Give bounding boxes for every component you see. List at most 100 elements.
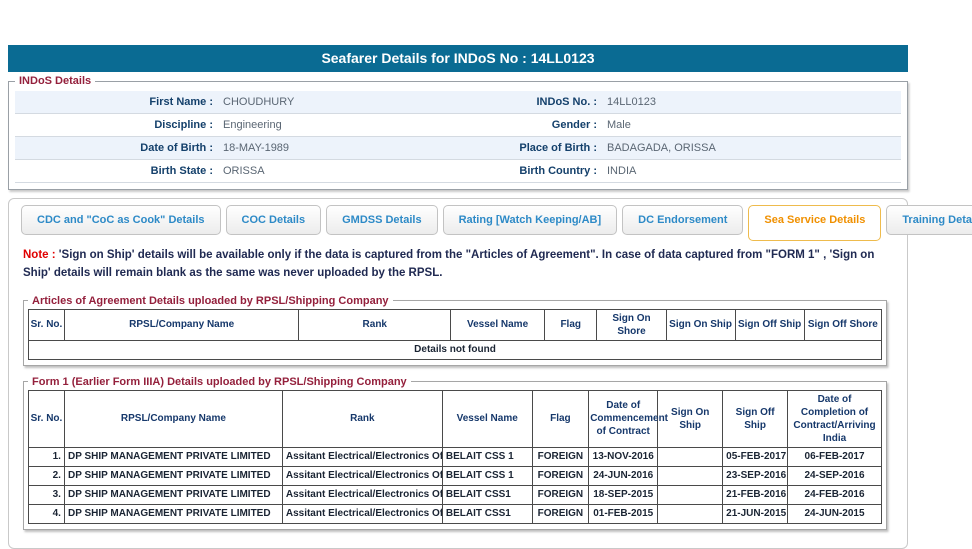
cell-rank: Assitant Electrical/Electronics Officer (281, 446, 443, 467)
cell-vessel: BELAIT CSS 1 (441, 446, 533, 467)
column-header-rpsl-company-name: RPSL/Company Name (63, 308, 300, 341)
cell-completion: 24-JUN-2015 (787, 503, 882, 524)
cell-sr: 1. (28, 446, 65, 467)
tab-training-details[interactable]: Training Details (886, 205, 972, 235)
indos-rows: First Name : CHOUDHURY INDoS No. : 14LL0123… (15, 91, 901, 183)
cell-commencement: 13-NOV-2016 (588, 446, 659, 467)
table-row: 1. DP SHIP MANAGEMENT PRIVATE LIMITED Assi… (28, 446, 882, 467)
tab-dc-endorsement[interactable]: DC Endorsement (622, 205, 744, 235)
field-label: Birth Country : (519, 165, 597, 177)
field-label: Birth State : (150, 165, 213, 177)
field-value: 14LL0123 (607, 96, 656, 108)
cell-commencement: 18-SEP-2015 (588, 484, 659, 505)
field-label: First Name : (149, 96, 213, 108)
cell-company: DP SHIP MANAGEMENT PRIVATE LIMITED (63, 484, 283, 505)
note-text: Note : 'Sign on Ship' details will be av… (23, 247, 891, 283)
field-label: Date of Birth : (140, 142, 213, 154)
column-header-sign-on-shore: Sign On Shore (596, 308, 667, 341)
cell-sr: 2. (28, 465, 65, 486)
field-value: Male (607, 119, 631, 131)
tab-gmdss-details[interactable]: GMDSS Details (326, 205, 438, 235)
cell-rank: Assitant Electrical/Electronics Officer (281, 484, 443, 505)
column-header-rank: Rank (298, 308, 452, 341)
cell-sign-on-ship (657, 465, 724, 486)
column-header-sr-no: Sr. No. (28, 389, 65, 448)
cell-sign-off-ship: 21-FEB-2016 (722, 484, 789, 505)
tab-rating-watch-keeping-ab[interactable]: Rating [Watch Keeping/AB] (442, 205, 618, 235)
articles-of-agreement-fieldset: Articles of Agreement Details uploaded b… (23, 294, 887, 366)
table-row: 3. DP SHIP MANAGEMENT PRIVATE LIMITED Assi… (28, 484, 882, 505)
cell-rank: Assitant Electrical/Electronics Officer (281, 503, 443, 524)
column-header-sign-off-ship: Sign Off Ship (722, 389, 789, 448)
note-prefix: Note : (23, 249, 56, 261)
cell-vessel: BELAIT CSS1 (441, 484, 533, 505)
column-header-sr-no: Sr. No. (28, 308, 65, 341)
details-not-found-message: Details not found (28, 339, 882, 360)
cell-sign-off-ship: 05-FEB-2017 (722, 446, 789, 467)
column-header-date-of-completion-of-contract-arriving-india: Date of Completion of Contract/Arriving … (787, 389, 882, 448)
cell-sign-on-ship (657, 446, 724, 467)
articles-header-row: Sr. No. RPSL/Company Name Rank Vessel Name F… (28, 308, 883, 341)
cell-company: DP SHIP MANAGEMENT PRIVATE LIMITED (63, 503, 283, 524)
form1-fieldset: Form 1 (Earlier Form IIIA) Details uploa… (23, 375, 887, 530)
cell-completion: 24-FEB-2016 (787, 484, 882, 505)
indos-row: Birth State : ORISSA Birth Country : INDIA (15, 160, 901, 183)
column-header-vessel-name: Vessel Name (441, 389, 533, 448)
table-row: 2. DP SHIP MANAGEMENT PRIVATE LIMITED Assi… (28, 465, 882, 486)
form1-header-row: Sr. No. RPSL/Company Name Rank Vessel Name F… (28, 389, 882, 448)
table-row: 4. DP SHIP MANAGEMENT PRIVATE LIMITED Assi… (28, 503, 882, 524)
cell-sign-on-ship (657, 484, 724, 505)
indos-details-legend: INDoS Details (19, 75, 92, 87)
field-value: BADAGADA, ORISSA (607, 142, 716, 154)
cell-completion: 06-FEB-2017 (787, 446, 882, 467)
form1-body: 1. DP SHIP MANAGEMENT PRIVATE LIMITED Assi… (28, 446, 882, 524)
field-label: Discipline : (154, 119, 213, 131)
column-header-date-of-commencement-of-contract: Date of Commencement of Contract (588, 389, 668, 448)
page-container: Seafarer Details for INDoS No : 14LL0123… (8, 45, 972, 549)
cell-vessel: BELAIT CSS1 (441, 503, 533, 524)
cell-commencement: 01-FEB-2015 (588, 503, 659, 524)
column-header-flag: Flag (531, 389, 590, 448)
cell-company: DP SHIP MANAGEMENT PRIVATE LIMITED (63, 465, 283, 486)
cell-flag: FOREIGN (531, 484, 590, 505)
note-body: 'Sign on Ship' details will be available… (23, 249, 875, 279)
form1-legend: Form 1 (Earlier Form IIIA) Details uploa… (32, 375, 407, 388)
form1-table: Sr. No. RPSL/Company Name Rank Vessel Name F… (28, 389, 882, 524)
field-value: INDIA (607, 165, 637, 177)
page-title: Seafarer Details for INDoS No : 14LL0123 (8, 45, 908, 72)
cell-rank: Assitant Electrical/Electronics Officer (281, 465, 443, 486)
cell-commencement: 24-JUN-2016 (588, 465, 659, 486)
cell-sr: 3. (28, 484, 65, 505)
tab-content-panel: CDC and "CoC as Cook" Details COC Details… (8, 198, 972, 549)
cell-completion: 24-SEP-2016 (787, 465, 882, 486)
cell-vessel: BELAIT CSS 1 (441, 465, 533, 486)
column-header-flag: Flag (543, 308, 598, 341)
column-header-rpsl-company-name: RPSL/Company Name (63, 389, 283, 448)
field-label: Place of Birth : (519, 142, 597, 154)
tab-bar: CDC and "CoC as Cook" Details COC Details… (21, 205, 972, 241)
articles-legend: Articles of Agreement Details uploaded b… (32, 294, 389, 307)
field-value: CHOUDHURY (223, 96, 295, 108)
column-header-vessel-name: Vessel Name (450, 308, 545, 341)
indos-row: First Name : CHOUDHURY INDoS No. : 14LL0123 (15, 91, 901, 114)
cell-sign-off-ship: 23-SEP-2016 (722, 465, 789, 486)
field-value: Engineering (223, 119, 282, 131)
field-value: 18-MAY-1989 (223, 142, 290, 154)
tab-cdc-and-coc-as-cook-details[interactable]: CDC and "CoC as Cook" Details (21, 205, 221, 235)
cell-sr: 4. (28, 503, 65, 524)
articles-table: Sr. No. RPSL/Company Name Rank Vessel Name F… (28, 308, 883, 360)
cell-sign-off-ship: 21-JUN-2015 (722, 503, 789, 524)
indos-details-fieldset: INDoS Details First Name : CHOUDHURY INDoS… (8, 75, 908, 190)
indos-row: Date of Birth : 18-MAY-1989 Place of Birth… (15, 137, 901, 160)
cell-flag: FOREIGN (531, 465, 590, 486)
column-header-rank: Rank (281, 389, 443, 448)
field-label: Gender : (551, 119, 597, 131)
tab-coc-details[interactable]: COC Details (225, 205, 322, 235)
tab-sea-service-details[interactable]: Sea Service Details (748, 205, 882, 241)
cell-flag: FOREIGN (531, 446, 590, 467)
field-label: INDoS No. : (536, 96, 598, 108)
column-header-sign-off-ship: Sign Off Ship (734, 308, 805, 341)
cell-flag: FOREIGN (531, 503, 590, 524)
column-header-sign-off-shore: Sign Off Shore (803, 308, 883, 341)
cell-company: DP SHIP MANAGEMENT PRIVATE LIMITED (63, 446, 283, 467)
